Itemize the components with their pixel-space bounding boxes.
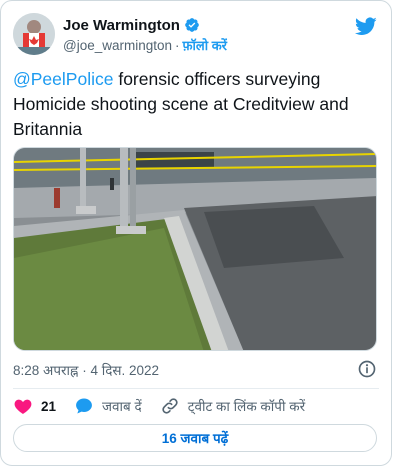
avatar[interactable] [13,13,55,55]
follow-button[interactable]: फ़ॉलो करें [183,36,227,54]
info-icon[interactable] [357,359,377,382]
twitter-bird-icon[interactable] [355,15,377,42]
display-name[interactable]: Joe Warmington [63,17,180,34]
copy-link-label: ट्वीट का लिंक कॉपी करें [187,399,306,414]
reply-button[interactable]: जवाब दें [74,396,142,416]
tweet-date[interactable]: 4 दिस. 2022 [90,361,159,379]
tweet-text: @PeelPolice forensic officers surveying … [13,67,373,142]
link-icon [160,396,180,416]
like-count: 21 [41,398,57,414]
heart-icon [13,396,33,416]
divider [13,388,379,389]
read-replies-button[interactable]: 16 जवाब पढ़ें [13,424,377,452]
tweet-time[interactable]: 8:28 अपराह्न [13,361,78,379]
tweet-header: Joe Warmington @joe_warmington · फ़ॉलो क… [13,13,379,59]
copy-link-button[interactable]: ट्वीट का लिंक कॉपी करें [160,396,305,416]
mention-link[interactable]: @PeelPolice [13,69,113,89]
tweet-card: Joe Warmington @joe_warmington · फ़ॉलो क… [0,0,392,466]
verified-badge-icon [184,17,200,33]
like-button[interactable]: 21 [13,396,56,416]
action-bar: 21 जवाब दें ट्वीट का लिंक कॉपी करें [13,394,377,418]
author-names: Joe Warmington @joe_warmington · फ़ॉलो क… [63,15,227,55]
tweet-meta: 8:28 अपराह्न · 4 दिस. 2022 [13,359,377,381]
handle-separator: · [175,37,180,53]
reply-bubble-icon [74,396,94,416]
meta-separator: · [78,362,91,378]
reply-label: जवाब दें [102,399,142,414]
handle[interactable]: @joe_warmington [63,38,172,53]
tweet-video[interactable] [13,147,377,351]
